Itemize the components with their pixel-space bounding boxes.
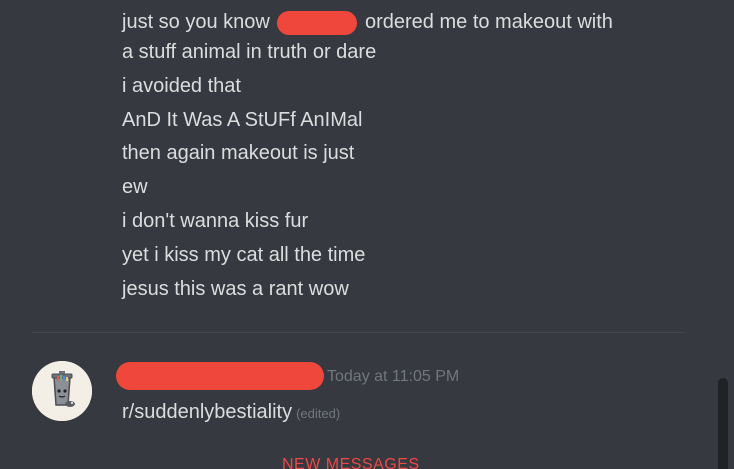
scrollbar-thumb[interactable] — [718, 378, 728, 469]
message-divider — [32, 332, 684, 333]
message-line: then again makeout is just — [122, 142, 355, 164]
message-line: ew — [122, 176, 148, 198]
message-line: a stuff animal in truth or dare — [122, 41, 377, 63]
message-line: AnD It Was A StUFf AnIMal — [122, 109, 363, 131]
redacted-username[interactable] — [116, 362, 324, 390]
trash-can-avatar-icon — [32, 361, 92, 421]
message-timestamp: Today at 11:05 PM — [327, 368, 460, 385]
message-line: i don't wanna kiss fur — [122, 210, 309, 232]
message-line: yet i kiss my cat all the time — [122, 244, 366, 266]
message-content: r/suddenlybestiality (edited) — [122, 400, 340, 426]
message-line: i avoided that — [122, 75, 241, 97]
message-line: jesus this was a rant wow — [122, 278, 349, 300]
new-messages-divider[interactable]: NEW MESSAGES — [282, 456, 420, 469]
edited-label: (edited) — [296, 406, 341, 421]
message-text: r/suddenlybestiality — [122, 401, 293, 423]
message-text: ordered me to makeout with — [364, 11, 613, 33]
message-text: just so you know — [122, 11, 270, 33]
chat-window: just so you know ordered me to makeout w… — [0, 0, 734, 469]
message-line: just so you know ordered me to makeout w… — [122, 10, 613, 35]
avatar[interactable] — [32, 361, 92, 421]
redacted-name — [277, 10, 358, 35]
